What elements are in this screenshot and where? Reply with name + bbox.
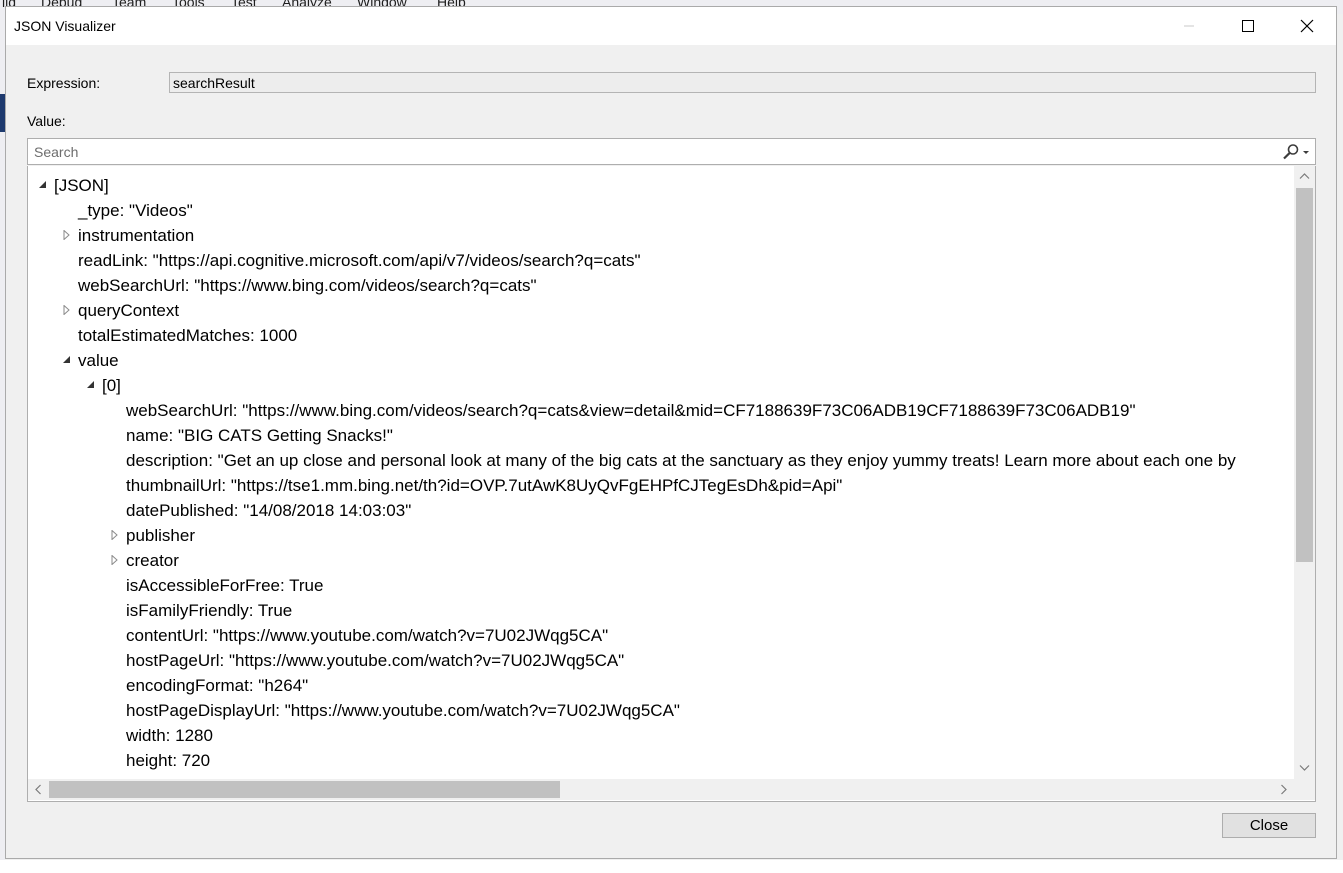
tree-rows: [JSON] _type: "Videos" instrumentation read… — [28, 166, 1294, 779]
search-box — [27, 138, 1316, 165]
tree-node[interactable]: _type: "Videos" — [78, 198, 193, 223]
horizontal-scrollbar[interactable] — [28, 779, 1294, 800]
collapsed-triangle-icon[interactable] — [110, 555, 120, 565]
tree-node[interactable]: encodingFormat: "h264" — [126, 673, 308, 698]
json-tree-view: [JSON] _type: "Videos" instrumentation read… — [27, 166, 1316, 802]
search-icon[interactable] — [1279, 143, 1313, 161]
tree-node[interactable]: name: "BIG CATS Getting Snacks!" — [126, 423, 393, 448]
expression-field[interactable]: searchResult — [169, 72, 1316, 93]
vertical-scrollbar[interactable] — [1294, 166, 1315, 779]
collapsed-triangle-icon[interactable] — [110, 530, 120, 540]
tree-node[interactable]: creator — [126, 548, 179, 573]
minimize-button[interactable] — [1160, 7, 1218, 45]
tree-node[interactable]: contentUrl: "https://www.youtube.com/wat… — [126, 623, 608, 648]
search-input[interactable] — [28, 139, 1280, 164]
tree-node[interactable]: width: 1280 — [126, 723, 213, 748]
tree-node[interactable]: hostPageUrl: "https://www.youtube.com/wa… — [126, 648, 624, 673]
tree-node[interactable]: webSearchUrl: "https://www.bing.com/vide… — [78, 273, 537, 298]
tree-node[interactable]: description: "Get an up close and person… — [126, 448, 1236, 473]
tree-node[interactable]: thumbnailUrl: "https://tse1.mm.bing.net/… — [126, 473, 842, 498]
tree-node[interactable]: isFamilyFriendly: True — [126, 598, 292, 623]
window-close-button[interactable] — [1278, 7, 1336, 45]
value-label: Value: — [27, 113, 66, 129]
scroll-right-icon[interactable] — [1280, 784, 1288, 795]
scroll-up-icon[interactable] — [1299, 172, 1310, 180]
window-title: JSON Visualizer — [14, 18, 116, 34]
maximize-button[interactable] — [1219, 7, 1277, 45]
tree-node[interactable]: readLink: "https://api.cognitive.microso… — [78, 248, 641, 273]
expression-label: Expression: — [27, 75, 101, 91]
collapsed-triangle-icon[interactable] — [62, 230, 72, 240]
tree-node[interactable]: totalEstimatedMatches: 1000 — [78, 323, 297, 348]
background-bottom — [0, 860, 1343, 873]
tree-node[interactable]: webSearchUrl: "https://www.bing.com/vide… — [126, 398, 1135, 423]
tree-node[interactable]: [0] — [102, 373, 121, 398]
expanded-triangle-icon[interactable] — [38, 180, 48, 190]
tree-node[interactable]: height: 720 — [126, 748, 210, 773]
horizontal-scroll-thumb[interactable] — [49, 781, 560, 798]
title-bar[interactable]: JSON Visualizer — [6, 7, 1336, 45]
scrollbar-corner — [1294, 779, 1315, 800]
tree-node[interactable]: hostPageDisplayUrl: "https://www.youtube… — [126, 698, 680, 723]
tree-node[interactable]: value — [78, 348, 119, 373]
expanded-triangle-icon[interactable] — [62, 355, 72, 365]
tree-node[interactable]: publisher — [126, 523, 195, 548]
tree-node[interactable]: isAccessibleForFree: True — [126, 573, 323, 598]
tree-node[interactable]: instrumentation — [78, 223, 194, 248]
collapsed-triangle-icon[interactable] — [62, 305, 72, 315]
tree-node[interactable]: [JSON] — [54, 173, 109, 198]
maximize-icon — [1242, 20, 1254, 32]
vertical-scroll-thumb[interactable] — [1296, 188, 1313, 562]
json-visualizer-dialog: JSON Visualizer Expression: searchResult… — [5, 6, 1337, 859]
scroll-down-icon[interactable] — [1299, 764, 1310, 772]
minimize-icon — [1184, 25, 1194, 27]
expanded-triangle-icon[interactable] — [86, 380, 96, 390]
close-icon — [1300, 19, 1314, 33]
close-button[interactable]: Close — [1222, 813, 1316, 838]
tree-node[interactable]: queryContext — [78, 298, 179, 323]
tree-node[interactable]: datePublished: "14/08/2018 14:03:03" — [126, 498, 411, 523]
scroll-left-icon[interactable] — [34, 784, 42, 795]
